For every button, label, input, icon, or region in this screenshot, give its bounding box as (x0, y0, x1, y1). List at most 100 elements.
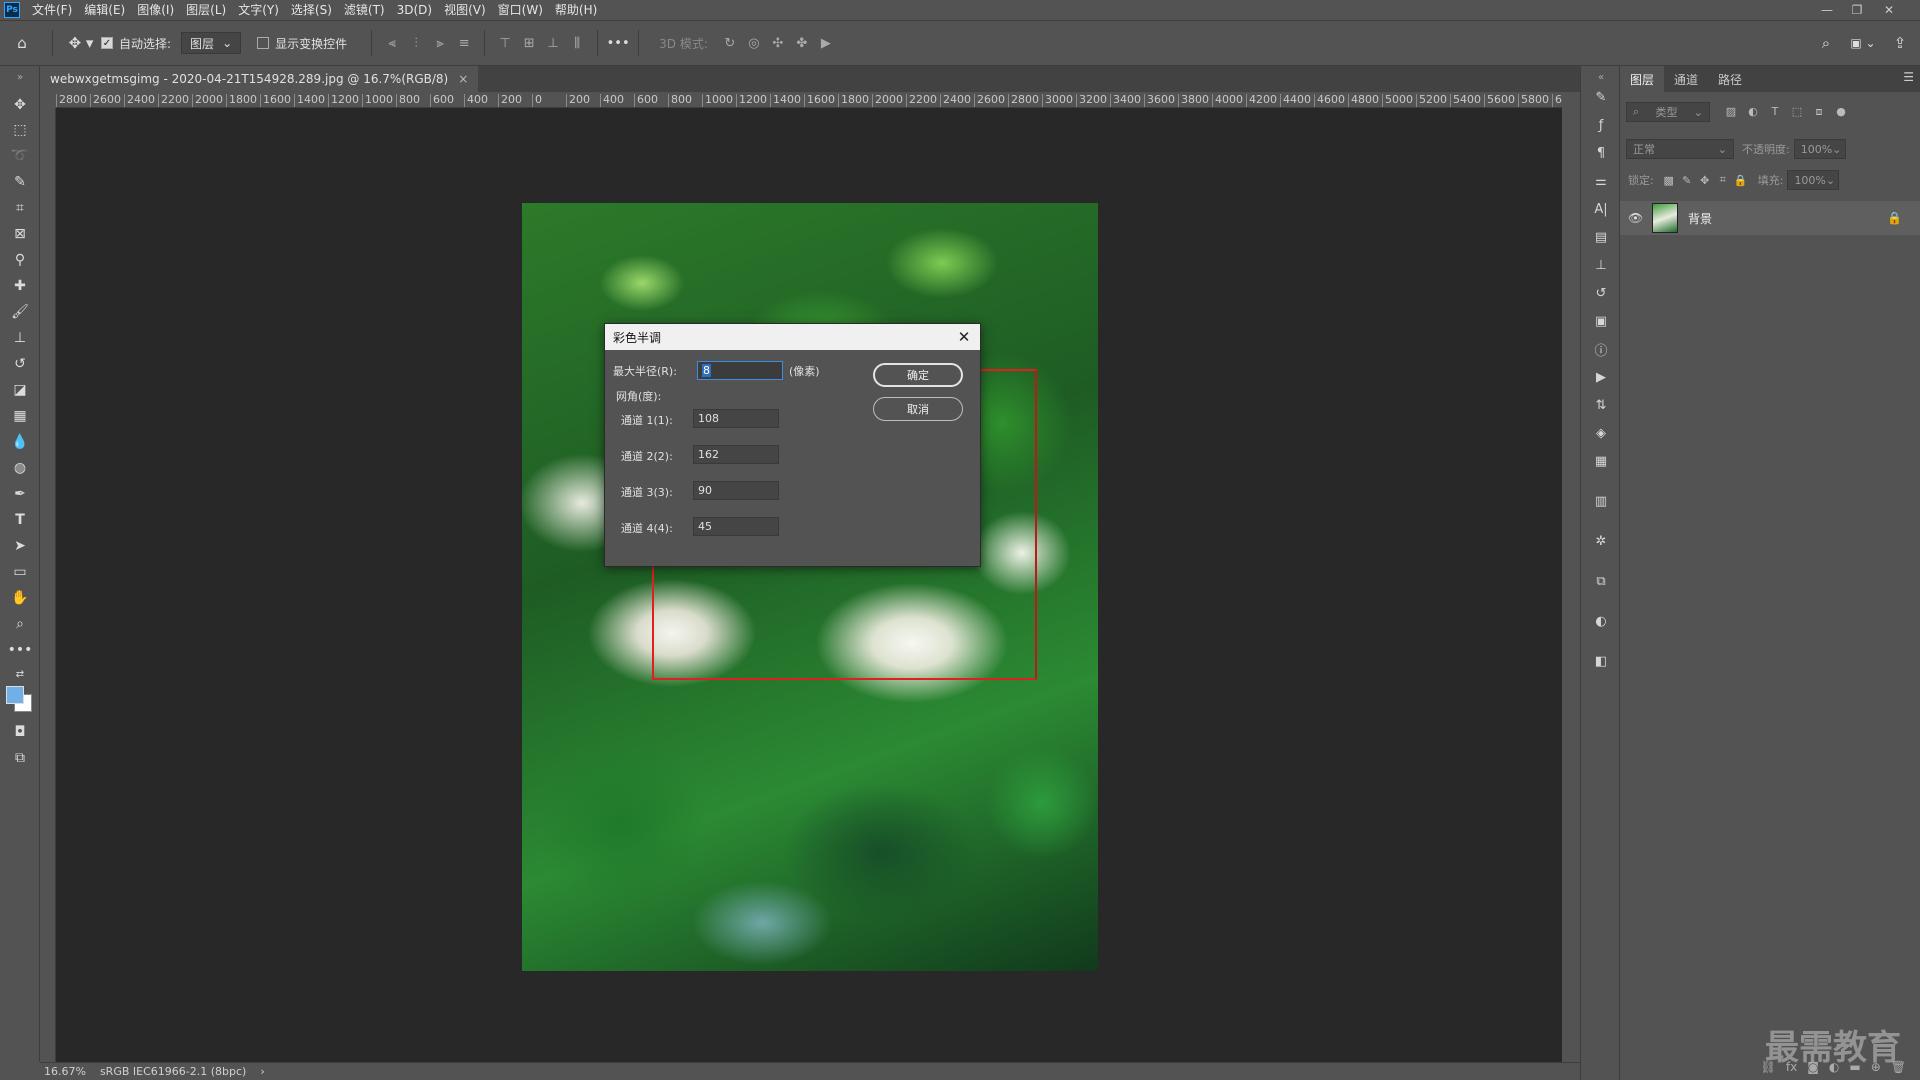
gradient-tool-icon[interactable]: ▦ (8, 405, 32, 427)
foreground-color-swatch[interactable] (6, 686, 24, 704)
align-hcenter-icon[interactable]: ⫶ (404, 31, 428, 55)
close-window-icon[interactable]: ✕ (1876, 0, 1902, 20)
swap-colors-icon[interactable]: ⇄ (8, 663, 32, 685)
collapse-toolbar-icon[interactable]: » (8, 66, 32, 88)
channel-3-input[interactable]: 90 (693, 481, 779, 500)
channels-mixer-icon[interactable]: ⇅ (1589, 394, 1613, 416)
visibility-eye-icon[interactable]: 👁 (1628, 211, 1648, 225)
minimize-icon[interactable]: — (1814, 0, 1840, 20)
type-tool-icon[interactable]: T (8, 509, 32, 531)
opacity-input[interactable]: 100% ⌄ (1793, 139, 1846, 159)
blur-tool-icon[interactable]: 💧 (8, 431, 32, 453)
search-icon[interactable]: ⌕ (1814, 28, 1838, 58)
restore-icon[interactable]: ❐ (1844, 0, 1870, 20)
move-tool-preset-icon[interactable]: ✥ ▾ (61, 28, 101, 58)
max-radius-input[interactable]: 8 (697, 361, 783, 380)
move-tool-icon[interactable]: ✥ (8, 94, 32, 116)
lock-all-icon[interactable]: 🔒 (1732, 174, 1750, 187)
gradients-icon[interactable]: ◧ (1589, 650, 1613, 672)
swatches-grid-icon[interactable]: ▦ (1589, 450, 1613, 472)
layer-name[interactable]: 背景 (1688, 210, 1712, 227)
navigator-icon[interactable]: ✲ (1589, 530, 1613, 552)
panel-menu-icon[interactable]: ☰ (1903, 70, 1914, 84)
info-icon[interactable]: ⓘ (1589, 338, 1613, 360)
lock-artboard-icon[interactable]: ⌗ (1714, 173, 1732, 187)
hand-tool-icon[interactable]: ✋ (8, 587, 32, 609)
tab-channels[interactable]: 通道 (1664, 66, 1708, 92)
auto-select-target-dropdown[interactable]: 图层 ⌄ (181, 32, 242, 54)
blend-mode-dropdown[interactable]: 正常 ⌄ (1626, 139, 1734, 159)
menu-edit[interactable]: 编辑(E) (78, 0, 131, 20)
close-icon[interactable]: ✕ (954, 327, 974, 347)
horizontal-ruler[interactable]: 2800 2600 2400 2200 2000 1800 1600 1400 1200 1000… (56, 92, 1562, 108)
layer-comps-icon[interactable]: ⧉ (1589, 570, 1613, 592)
dialog-title-bar[interactable]: 彩色半调 ✕ (605, 324, 980, 350)
align-left-icon[interactable]: ⫷ (380, 31, 404, 55)
crop-tool-icon[interactable]: ⌗ (8, 197, 32, 219)
status-menu-arrow-icon[interactable]: › (260, 1065, 264, 1078)
zoom-level[interactable]: 16.67% (44, 1065, 86, 1078)
pen-tool-icon[interactable]: ✒ (8, 483, 32, 505)
vertical-ruler[interactable] (40, 108, 56, 1062)
auto-select-checkbox[interactable]: ✓ (101, 37, 113, 49)
pan-3d-icon[interactable]: ✣ (766, 31, 790, 55)
lock-transparent-icon[interactable]: ▩ (1660, 174, 1678, 187)
home-icon[interactable]: ⌂ (0, 28, 44, 58)
workspace-icon[interactable]: ▣ ⌄ (1846, 28, 1880, 58)
share-icon[interactable]: ⇪ (1888, 28, 1912, 58)
menu-filter[interactable]: 滤镜(T) (338, 0, 391, 20)
adjustments-icon[interactable]: ⚌ (1589, 170, 1613, 192)
brush-settings-icon[interactable]: ✎ (1589, 86, 1613, 108)
paragraph-icon[interactable]: ¶ (1589, 142, 1613, 164)
document-tab[interactable]: webwxgetmsgimg - 2020-04-21T154928.289.j… (40, 66, 479, 92)
eyedropper-tool-icon[interactable]: ⚲ (8, 249, 32, 271)
properties-icon[interactable]: ▣ (1589, 310, 1613, 332)
cancel-button[interactable]: 取消 (873, 397, 963, 421)
history-icon[interactable]: ↺ (1589, 282, 1613, 304)
quick-select-tool-icon[interactable]: ✎ (8, 171, 32, 193)
zoom-tool-icon[interactable]: ⌕ (8, 613, 32, 635)
layer-lock-icon[interactable]: 🔒 (1887, 211, 1902, 225)
close-tab-icon[interactable]: × (458, 72, 468, 86)
marquee-tool-icon[interactable]: ⬚ (8, 119, 32, 141)
brush-tool-icon[interactable]: 🖌 (8, 301, 32, 323)
screen-mode-icon[interactable]: ⧉ (8, 747, 32, 769)
clone-stamp-tool-icon[interactable]: ⊥ (8, 327, 32, 349)
ok-button[interactable]: 确定 (873, 363, 963, 387)
menu-file[interactable]: 文件(F) (26, 0, 78, 20)
history-brush-tool-icon[interactable]: ↺ (8, 353, 32, 375)
lasso-tool-icon[interactable]: ➰ (8, 145, 32, 167)
lock-position-icon[interactable]: ✥ (1696, 174, 1714, 187)
dodge-tool-icon[interactable]: ◍ (8, 457, 32, 479)
slide-3d-icon[interactable]: ✤ (790, 31, 814, 55)
lock-pixels-icon[interactable]: ✎ (1678, 174, 1696, 187)
edit-toolbar-icon[interactable]: ••• (8, 639, 33, 661)
align-right-icon[interactable]: ⫸ (428, 31, 452, 55)
healing-brush-tool-icon[interactable]: ✚ (8, 275, 32, 297)
quick-mask-icon[interactable]: ◘ (8, 721, 32, 743)
ruler-origin[interactable] (40, 92, 56, 108)
path-select-tool-icon[interactable]: ➤ (8, 535, 32, 557)
align-top-icon[interactable]: ⊤ (493, 31, 517, 55)
scale-3d-icon[interactable]: ▶ (814, 31, 838, 55)
brushes-icon[interactable]: ƒ (1589, 114, 1613, 136)
collapse-panels-icon[interactable]: « (1589, 66, 1613, 88)
align-vcenter-icon[interactable]: ⊞ (517, 31, 541, 55)
menu-image[interactable]: 图像(I) (131, 0, 180, 20)
orbit-3d-icon[interactable]: ↻ (718, 31, 742, 55)
frame-tool-icon[interactable]: ⊠ (8, 223, 32, 245)
roll-3d-icon[interactable]: ◎ (742, 31, 766, 55)
rectangle-tool-icon[interactable]: ▭ (8, 561, 32, 583)
tab-layers[interactable]: 图层 (1620, 66, 1665, 92)
fill-input[interactable]: 100% ⌄ (1787, 170, 1840, 190)
channel-4-input[interactable]: 45 (693, 517, 779, 536)
canvas-area[interactable] (56, 108, 1562, 1062)
3d-icon[interactable]: ◈ (1589, 422, 1613, 444)
menu-type[interactable]: 文字(Y) (232, 0, 285, 20)
notes-icon[interactable]: ▥ (1589, 490, 1613, 512)
menu-layer[interactable]: 图层(L) (180, 0, 232, 20)
channel-2-input[interactable]: 162 (693, 445, 779, 464)
color-icon[interactable]: ◐ (1589, 610, 1613, 632)
distribute-horizontal-icon[interactable]: ⫼ (565, 31, 589, 55)
menu-view[interactable]: 视图(V) (438, 0, 492, 20)
